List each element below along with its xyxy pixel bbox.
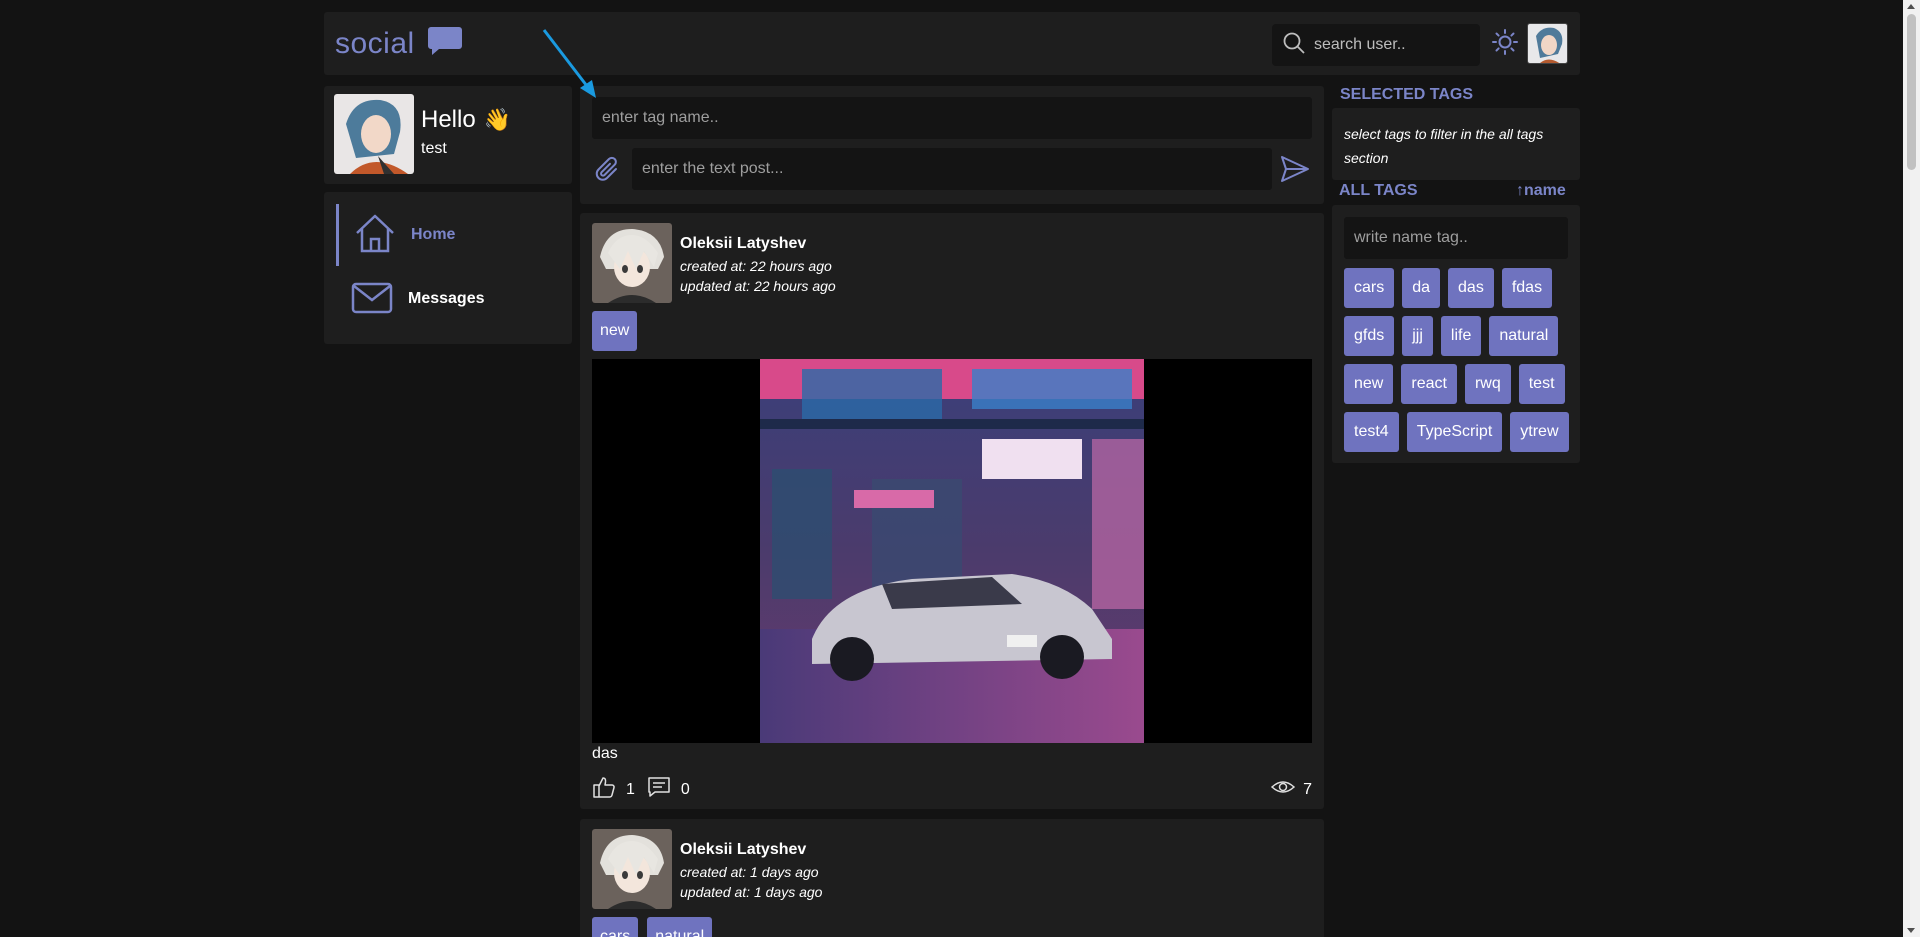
home-icon bbox=[353, 211, 397, 260]
chat-bubble-icon bbox=[427, 25, 463, 62]
tag-chip[interactable]: fdas bbox=[1501, 268, 1553, 308]
post-author-name[interactable]: Oleksii Latyshev bbox=[680, 235, 806, 253]
like-icon[interactable] bbox=[592, 775, 616, 804]
sort-by-name-button[interactable]: ↑name bbox=[1516, 182, 1566, 200]
tag-name-input[interactable] bbox=[592, 97, 1312, 139]
logo-text: social bbox=[335, 26, 415, 60]
post-updated-time: updated at: 1 days ago bbox=[680, 884, 823, 900]
post-created-time: created at: 1 days ago bbox=[680, 864, 819, 880]
post-tag-chip[interactable]: cars bbox=[592, 917, 639, 937]
nav-label-home: Home bbox=[411, 226, 456, 243]
theme-toggle-button[interactable] bbox=[1490, 28, 1520, 61]
selected-tags-title: SELECTED TAGS bbox=[1340, 86, 1474, 103]
post-text-input[interactable] bbox=[632, 148, 1272, 190]
post-created-time: created at: 22 hours ago bbox=[680, 258, 832, 274]
scrollbar-thumb[interactable] bbox=[1907, 14, 1916, 170]
selected-tags-hint: select tags to filter in the all tags se… bbox=[1344, 126, 1544, 166]
post-author-avatar[interactable] bbox=[592, 223, 672, 303]
paperclip-icon[interactable] bbox=[594, 156, 622, 184]
user-avatar[interactable] bbox=[334, 94, 414, 174]
all-tags-title: ALL TAGS bbox=[1339, 182, 1418, 199]
tag-chip[interactable]: natural bbox=[1489, 316, 1559, 356]
tag-chip[interactable]: jjj bbox=[1402, 316, 1433, 356]
post-image-art bbox=[760, 359, 1144, 743]
comment-icon[interactable] bbox=[647, 775, 671, 804]
search-box[interactable] bbox=[1272, 24, 1480, 66]
all-tags-panel: cars da das fdas gfds jjj life natural n… bbox=[1332, 205, 1580, 463]
search-input[interactable] bbox=[1314, 36, 1474, 54]
scroll-down-arrow[interactable] bbox=[1907, 928, 1915, 933]
tag-chip[interactable]: life bbox=[1440, 316, 1482, 356]
post-tag-chip[interactable]: new bbox=[592, 311, 638, 351]
post-tag-chip[interactable]: natural bbox=[647, 917, 713, 937]
page-scrollbar[interactable] bbox=[1903, 0, 1920, 937]
tag-chip[interactable]: new bbox=[1344, 364, 1394, 404]
post-views: 7 bbox=[1270, 775, 1312, 804]
post-tags: cars natural bbox=[592, 917, 713, 937]
tag-chip[interactable]: TypeScript bbox=[1406, 412, 1503, 452]
nav-item-home[interactable]: Home bbox=[336, 204, 562, 266]
post-text: das bbox=[592, 745, 618, 762]
eye-icon bbox=[1270, 775, 1296, 804]
envelope-icon bbox=[350, 275, 394, 324]
sun-icon bbox=[1491, 28, 1519, 61]
selected-tags-panel: select tags to filter in the all tags se… bbox=[1332, 108, 1580, 180]
scroll-up-arrow[interactable] bbox=[1907, 4, 1915, 9]
tag-chip[interactable]: gfds bbox=[1344, 316, 1395, 356]
waving-hand-icon: 👋 bbox=[483, 107, 512, 132]
user-card: Hello 👋 test bbox=[324, 86, 572, 184]
post-card: Oleksii Latyshev created at: 22 hours ag… bbox=[580, 213, 1324, 809]
post-actions: 1 0 bbox=[592, 775, 690, 804]
post-card: Oleksii Latyshev created at: 1 days ago … bbox=[580, 819, 1324, 937]
tag-grid: cars da das fdas gfds jjj life natural n… bbox=[1344, 268, 1574, 452]
tag-chip[interactable]: rwq bbox=[1464, 364, 1511, 404]
tag-chip[interactable]: das bbox=[1448, 268, 1494, 308]
annotation-arrow-icon bbox=[542, 29, 596, 98]
top-header: social bbox=[324, 12, 1580, 75]
post-image[interactable] bbox=[592, 359, 1312, 743]
post-updated-time: updated at: 22 hours ago bbox=[680, 278, 836, 294]
header-avatar[interactable] bbox=[1527, 23, 1568, 64]
post-author-name[interactable]: Oleksii Latyshev bbox=[680, 841, 806, 859]
like-count: 1 bbox=[626, 780, 635, 798]
tag-filter-input[interactable] bbox=[1344, 217, 1568, 259]
nav-label-messages: Messages bbox=[408, 290, 485, 307]
view-count: 7 bbox=[1303, 780, 1312, 798]
logo[interactable]: social bbox=[335, 25, 463, 62]
greeting: Hello 👋 bbox=[421, 106, 511, 134]
post-composer bbox=[580, 86, 1324, 204]
search-icon bbox=[1282, 31, 1306, 60]
post-author-avatar[interactable] bbox=[592, 829, 672, 909]
nav-item-messages[interactable]: Messages bbox=[336, 268, 562, 330]
username: test bbox=[421, 140, 447, 157]
post-tags: new bbox=[592, 311, 638, 351]
tag-chip[interactable]: da bbox=[1402, 268, 1441, 308]
greeting-text: Hello bbox=[421, 106, 476, 133]
send-icon[interactable] bbox=[1280, 154, 1310, 184]
tag-chip[interactable]: test bbox=[1518, 364, 1565, 404]
comment-count: 0 bbox=[680, 780, 690, 798]
main-nav: Home Messages bbox=[324, 192, 572, 344]
tag-chip[interactable]: react bbox=[1401, 364, 1457, 404]
tag-chip[interactable]: test4 bbox=[1344, 412, 1399, 452]
tag-chip[interactable]: ytrew bbox=[1510, 412, 1569, 452]
tag-chip[interactable]: cars bbox=[1344, 268, 1395, 308]
